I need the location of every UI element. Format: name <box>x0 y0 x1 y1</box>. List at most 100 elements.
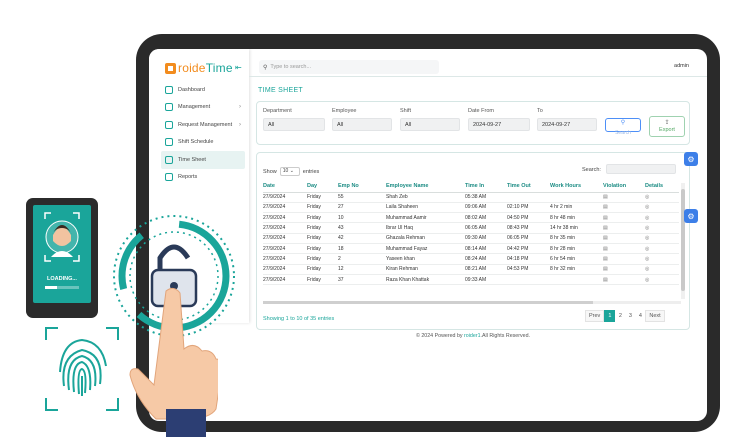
column-header[interactable]: Time In <box>465 181 507 193</box>
violation-icon[interactable]: ▤ <box>603 202 645 214</box>
details-eye-icon[interactable]: ◎ <box>645 202 679 214</box>
details-eye-icon[interactable]: ◎ <box>645 264 679 275</box>
sidebar-item-reports[interactable]: Reports <box>161 169 245 187</box>
violation-icon[interactable]: ▤ <box>603 243 645 255</box>
table-cell: 02:10 PM <box>507 202 550 214</box>
pagination-1[interactable]: 1 <box>604 310 616 322</box>
details-eye-icon[interactable]: ◎ <box>645 192 679 203</box>
pagination-next[interactable]: Next <box>645 310 665 322</box>
pagination-3[interactable]: 3 <box>625 310 635 322</box>
export-button[interactable]: ⇪ Export <box>649 116 685 137</box>
sidebar-nav: Dashboard Management › Request Management › S… <box>161 81 245 186</box>
table-cell: 6 hr 54 min <box>550 253 603 265</box>
column-header[interactable]: Day <box>307 181 338 193</box>
date-from-input[interactable]: 2024-09-27 <box>468 118 530 131</box>
violation-icon[interactable]: ▤ <box>603 222 645 234</box>
table-horizontal-scrollbar[interactable] <box>263 301 681 304</box>
pagination-2[interactable]: 2 <box>615 310 625 322</box>
sidebar-item-time-sheet[interactable]: Time Sheet <box>161 151 245 169</box>
violation-icon[interactable]: ▤ <box>603 253 645 265</box>
table-header-row: Date Day Emp No Employee Name Time In Time Ou… <box>263 181 679 193</box>
page-size-select[interactable]: 10 ⌄ <box>279 167 300 176</box>
department-select[interactable]: All <box>263 118 325 131</box>
table-cell: 55 <box>338 192 386 203</box>
table-cell <box>550 192 603 203</box>
table-cell: Friday <box>307 212 338 224</box>
sidebar-item-label: Shift Schedule <box>178 139 214 146</box>
search-button[interactable]: ⚲ Search <box>605 118 641 136</box>
chevron-right-icon: › <box>239 121 241 128</box>
logo-icon <box>165 62 176 74</box>
table-vertical-scrollbar[interactable] <box>681 183 685 299</box>
sidebar-item-request-management[interactable]: Request Management › <box>161 116 245 134</box>
details-eye-icon[interactable]: ◎ <box>645 222 679 234</box>
footer-brand-link[interactable]: roider1 <box>464 333 481 339</box>
table-cell: 14 hr 38 min <box>550 222 603 234</box>
table-cell: 27/9/2024 <box>263 233 307 244</box>
details-eye-icon[interactable]: ◎ <box>645 253 679 265</box>
table-search-input[interactable] <box>606 164 676 174</box>
collapse-sidebar-icon[interactable]: ⇤ <box>235 63 242 72</box>
user-menu[interactable]: admin <box>674 63 689 69</box>
column-header[interactable]: Violation <box>603 181 645 193</box>
filter-panel: Department All Employee All Shift All Da… <box>256 101 690 145</box>
date-from-label: Date From <box>468 108 494 114</box>
table-info: Showing 1 to 10 of 35 entries <box>263 316 335 322</box>
table-cell: 09:06 AM <box>465 202 507 214</box>
table-cell: Ibrar Ul Haq <box>386 222 465 234</box>
details-eye-icon[interactable]: ◎ <box>645 243 679 255</box>
table-cell: 04:53 PM <box>507 264 550 275</box>
column-header[interactable]: Employee Name <box>386 181 465 193</box>
details-eye-icon[interactable]: ◎ <box>645 233 679 244</box>
sidebar-item-label: Reports <box>178 174 198 181</box>
table-cell: 04:42 PM <box>507 243 550 255</box>
settings-gear-icon-secondary[interactable]: ⚙ <box>684 209 698 223</box>
table-cell: 09:33 AM <box>465 274 507 286</box>
sidebar-item-icon <box>165 85 173 94</box>
table-cell: 4 hr 2 min <box>550 202 603 214</box>
employee-select[interactable]: All <box>332 118 392 131</box>
entries-label: entries <box>302 168 320 175</box>
column-header[interactable]: Work Hours <box>550 181 603 193</box>
details-eye-icon[interactable]: ◎ <box>645 274 679 286</box>
table-cell: 10 <box>338 212 386 224</box>
column-header[interactable]: Emp No <box>338 181 386 193</box>
shift-select[interactable]: All <box>400 118 460 131</box>
table-cell: 27/9/2024 <box>263 243 307 255</box>
violation-icon[interactable]: ▤ <box>603 274 645 286</box>
column-header[interactable]: Date <box>263 181 307 193</box>
loading-progress-bar <box>45 286 79 289</box>
global-search-input[interactable]: ⚲ Type to search... <box>259 60 439 74</box>
sidebar-item-shift-schedule[interactable]: Shift Schedule <box>161 134 245 152</box>
date-to-input[interactable]: 2024-09-27 <box>537 118 597 131</box>
table-cell <box>550 274 603 286</box>
table-cell: Laila Shaheen <box>386 202 465 214</box>
search-button-icon: ⚲ <box>620 120 626 126</box>
export-icon: ⇪ <box>664 120 670 126</box>
page-size-control: Show 10 ⌄ entries <box>263 167 319 176</box>
table-cell: Muhammad Fayaz <box>386 243 465 255</box>
violation-icon[interactable]: ▤ <box>603 192 645 203</box>
show-label: Show <box>263 168 277 175</box>
pagination-4[interactable]: 4 <box>635 310 645 322</box>
pagination-prev[interactable]: Prev <box>585 310 605 322</box>
table-cell: Ghazala Rehman <box>386 233 465 244</box>
sidebar-item-management[interactable]: Management › <box>161 99 245 117</box>
violation-icon[interactable]: ▤ <box>603 233 645 244</box>
table-cell: Friday <box>307 243 338 255</box>
violation-icon[interactable]: ▤ <box>603 264 645 275</box>
table-cell: 08:21 AM <box>465 264 507 275</box>
pointing-hand-icon <box>129 287 218 437</box>
column-header[interactable]: Details <box>645 181 679 193</box>
employee-filter: Employee All <box>332 108 392 131</box>
sidebar-item-dashboard[interactable]: Dashboard <box>161 81 245 99</box>
violation-icon[interactable]: ▤ <box>603 212 645 224</box>
department-filter: Department All <box>263 108 325 131</box>
table-cell: 05:38 AM <box>465 192 507 203</box>
employee-label: Employee <box>332 108 357 114</box>
column-header[interactable]: Time Out <box>507 181 550 193</box>
table-row: 27/9/2024 Friday 42 Ghazala Rehman 09:30 AM 0… <box>263 233 679 244</box>
details-eye-icon[interactable]: ◎ <box>645 212 679 224</box>
settings-gear-icon[interactable]: ⚙ <box>684 152 698 166</box>
sidebar-item-label: Time Sheet <box>178 156 206 163</box>
